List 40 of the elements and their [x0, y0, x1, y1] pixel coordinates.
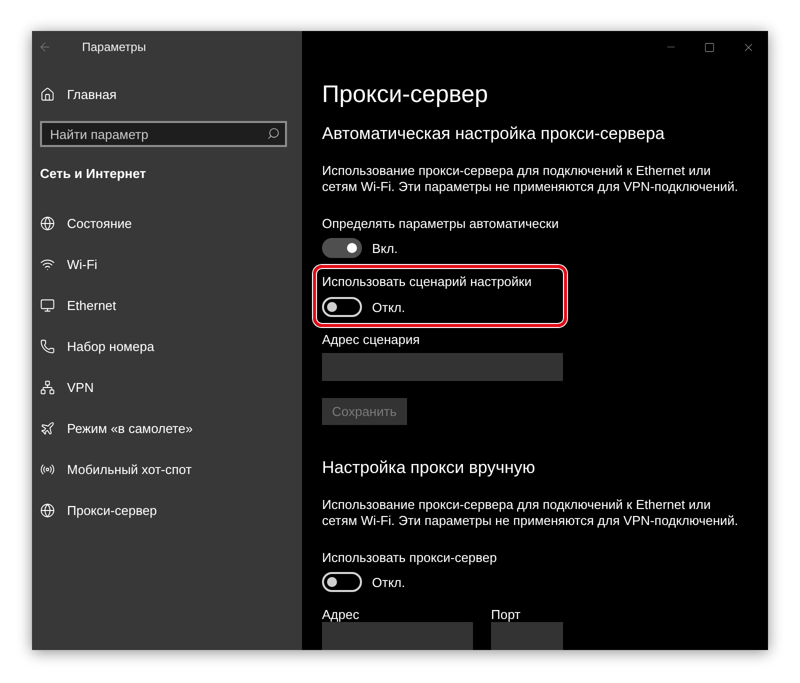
nav-item[interactable]: Прокси-сервер	[32, 490, 302, 531]
description-text: Использование прокси-сервера для подключений к Ethernet или сетям Wi-Fi. Эти параметры не применяются для VPN-подключений.	[322, 497, 740, 529]
toggle-state-label: Откл.	[372, 574, 406, 590]
broadcast-icon	[40, 462, 55, 477]
nav-item[interactable]: Главная	[32, 74, 302, 115]
nav-item[interactable]: Режим «в самолете»	[32, 408, 302, 449]
network-icon	[40, 380, 55, 395]
toggle-state-label: Вкл.	[372, 240, 398, 256]
input-field[interactable]	[491, 622, 563, 650]
section-heading: Автоматическая настройка прокси-сервера	[322, 123, 666, 145]
toggle-state-label: Откл.	[372, 300, 406, 314]
globe-icon	[40, 503, 55, 518]
field-label: Адрес	[322, 607, 360, 622]
monitor-icon	[40, 298, 55, 313]
home-icon	[40, 87, 55, 102]
globe-icon	[40, 216, 55, 231]
maximize-icon	[704, 42, 715, 52]
description-text: Использование прокси-сервера для подключений к Ethernet или сетям Wi-Fi. Эти параметры не применяются для VPN-подключений.	[322, 163, 740, 195]
field-label: Порт	[491, 607, 522, 622]
nav-item[interactable]: Набор номера	[32, 326, 302, 367]
toggle-switch[interactable]	[322, 238, 362, 258]
section-heading: Настройка прокси вручную	[322, 457, 536, 479]
page-title: Прокси-сервер	[322, 80, 489, 110]
airplane-icon	[40, 421, 55, 436]
nav-item[interactable]: Состояние	[32, 203, 302, 244]
section-title: Сеть и Интернет	[39, 165, 148, 183]
window-title: Параметры	[82, 40, 146, 54]
nav-item[interactable]: VPN	[32, 367, 302, 408]
field-label: Адрес сценария	[322, 332, 420, 348]
input-field[interactable]	[322, 622, 473, 650]
search-icon	[267, 127, 280, 140]
setting-label: Использовать прокси-сервер	[322, 550, 497, 566]
search-field[interactable]: Найти параметр	[40, 121, 287, 147]
setting-label: Использовать сценарий настройки	[322, 274, 532, 289]
setting-label: Определять параметры автоматически	[322, 216, 559, 232]
nav-item[interactable]: Wi-Fi	[32, 244, 302, 285]
nav-item[interactable]: Мобильный хот-спот	[32, 449, 302, 490]
nav-item[interactable]: Ethernet	[32, 285, 302, 326]
phone-icon	[40, 339, 55, 354]
input-field[interactable]	[322, 353, 563, 381]
